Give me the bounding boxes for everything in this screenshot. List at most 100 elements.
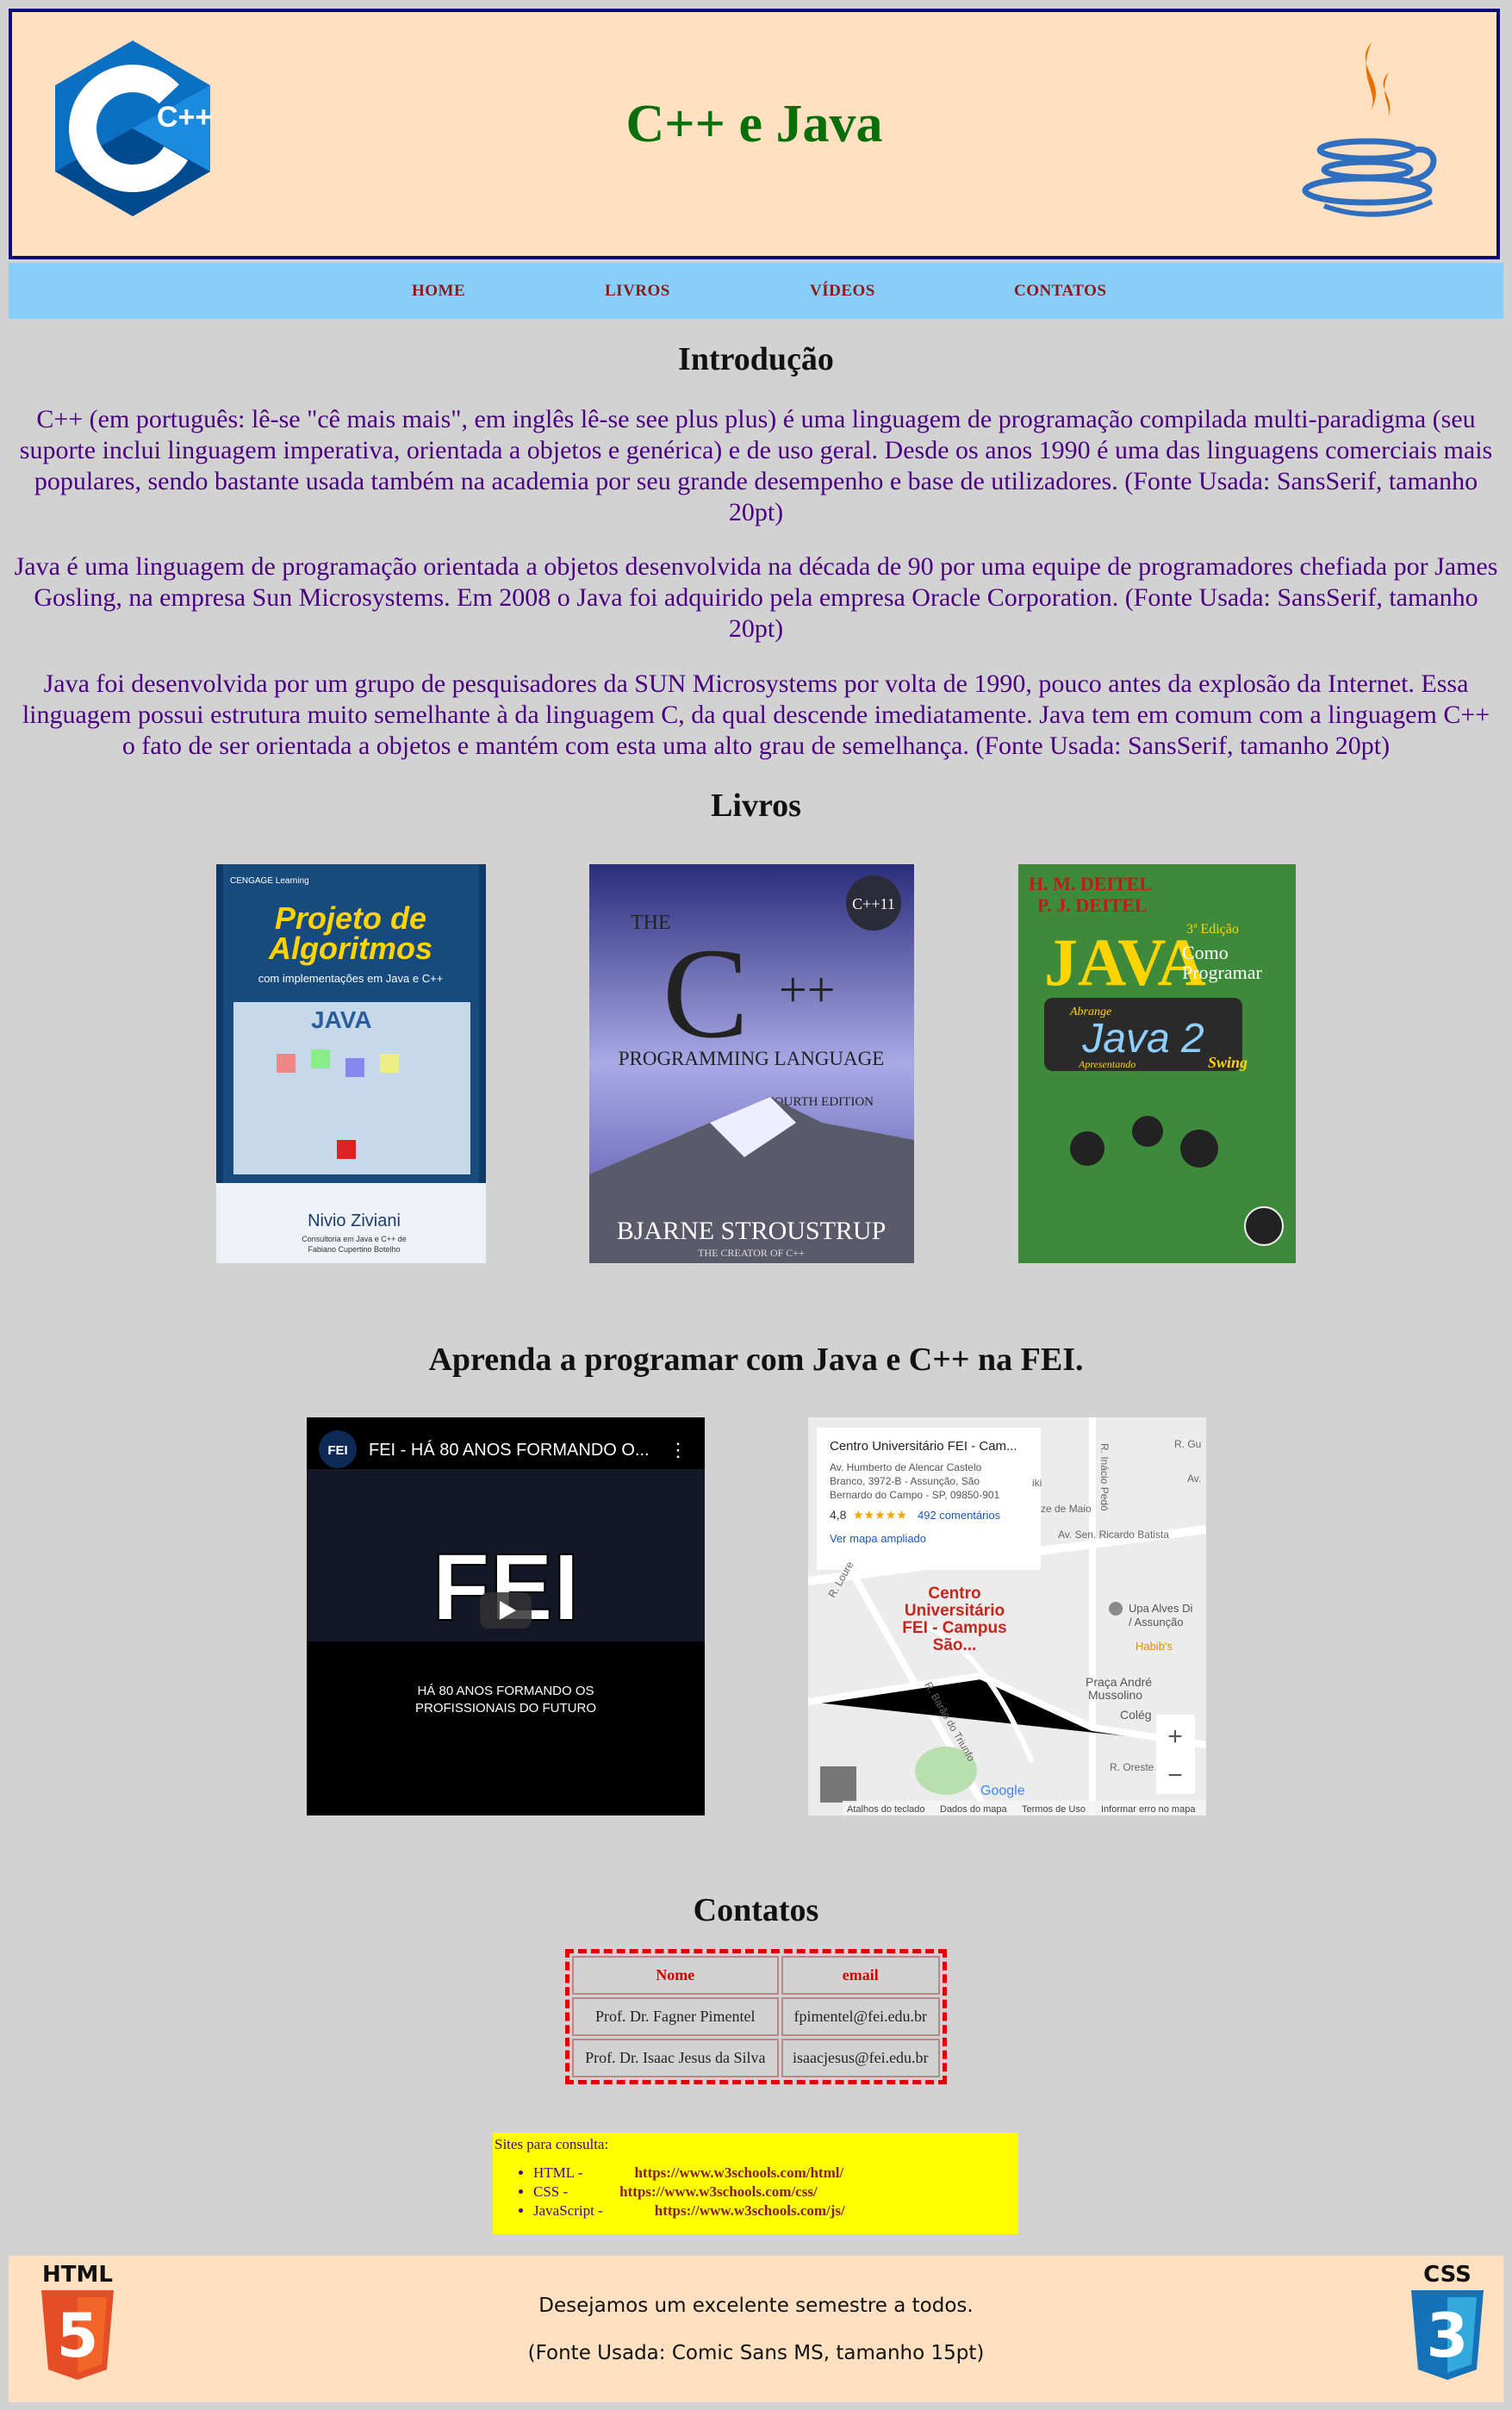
map-reviews-link[interactable]: 492 comentários (918, 1509, 1001, 1522)
footer-line-2: (Fonte Usada: Comic Sans MS, tamanho 15p… (527, 2342, 985, 2364)
nav-livros[interactable]: LIVROS (605, 282, 670, 301)
top-nav: HOME LIVROS VÍDEOS CONTATOS (9, 263, 1503, 319)
book3-java2: Java 2 (1081, 1016, 1204, 1062)
map-poi-3b: Mussolino (1088, 1688, 1142, 1702)
map-street-1: R. Inácio Pedó (1098, 1443, 1111, 1511)
google-map-embed[interactable]: Centro Universitário FEI - Cam... Av. Hu… (808, 1417, 1206, 1815)
book3-swing: Swing (1208, 1054, 1248, 1071)
list-item: JavaScript - https://www.w3schools.com/js… (533, 2201, 1017, 2220)
nav-contatos[interactable]: CONTATOS (1014, 282, 1106, 301)
contacts-heading: Contatos (693, 1892, 819, 1928)
map-place-name: Centro Universitário FEI - Cam... (830, 1439, 1017, 1454)
map-label-4: São... (933, 1636, 977, 1654)
book2-author-sub: THE CREATOR OF C++ (698, 1247, 805, 1259)
ref-label: JavaScript - (533, 2202, 603, 2219)
map-address-2: Branco, 3972-B - Assunção, São (830, 1475, 980, 1487)
book2-author: BJARNE STROUSTRUP (617, 1217, 887, 1245)
map-address-1: Av. Humberto de Alencar Castelo (830, 1461, 982, 1473)
map-street-5: Av. Sen. Ricardo Batista (1058, 1529, 1169, 1541)
css3-number: 3 (1427, 2301, 1469, 2371)
book2-badge: C++11 (852, 895, 895, 912)
page-title: C++ e Java (625, 95, 883, 153)
reference-sites-box: Sites para consulta: HTML - https://www.w… (493, 2133, 1018, 2234)
nav-home[interactable]: HOME (412, 282, 465, 301)
book1-title-2: Algoritmos (268, 931, 432, 966)
map-poi-4: Colég (1120, 1708, 1152, 1722)
map-footer-terms[interactable]: Termos de Uso (1022, 1804, 1086, 1815)
map-poi-icon (1109, 1602, 1123, 1616)
video-more-icon[interactable]: ⋮ (669, 1439, 688, 1460)
map-street-3: Av. (1187, 1473, 1201, 1485)
book2-programming-language: PROGRAMMING LANGUAGE (619, 1048, 885, 1069)
list-item: HTML - https://www.w3schools.com/html/ (533, 2164, 1017, 2183)
map-label-3: FEI - Campus (902, 1619, 1006, 1637)
books-heading: Livros (711, 788, 801, 824)
intro-paragraph-2: Java é uma linguagem de programação orie… (14, 552, 1498, 643)
contact-email: isaacjesus@fei.edu.br (781, 2039, 940, 2077)
map-street-2: R. Gu (1174, 1438, 1201, 1450)
contacts-table: Nome email Prof. Dr. Fagner Pimentel fpi… (565, 1949, 947, 2084)
map-poi-2: Habib's (1136, 1640, 1173, 1653)
book1-subtitle: com implementações em Java e C++ (258, 972, 444, 985)
map-street-6: R. Oreste (1110, 1761, 1154, 1773)
intro-paragraph-1: C++ (em português: lê-se "cê mais mais",… (19, 405, 1493, 526)
css3-icon: CSS 3 (1411, 2262, 1484, 2380)
book3-authors-2: P. J. DEITEL (1037, 894, 1148, 916)
nav-videos[interactable]: VÍDEOS (810, 282, 875, 301)
book1-author: Nivio Ziviani (308, 1211, 401, 1230)
book3-apresentando: Apresentando (1078, 1058, 1136, 1070)
video-line-2: PROFISSIONAIS DO FUTURO (415, 1701, 596, 1716)
map-street-view-thumb[interactable] (820, 1766, 856, 1803)
map-label-1: Centro (928, 1585, 980, 1603)
map-label-2: Universitário (905, 1602, 1005, 1620)
learn-heading: Aprenda a programar com Java e C++ na FE… (428, 1342, 1084, 1378)
table-row: Prof. Dr. Isaac Jesus da Silva isaacjesu… (572, 2039, 940, 2077)
video-line-1: HÁ 80 ANOS FORMANDO OS (417, 1684, 594, 1698)
map-footer-report[interactable]: Informar erro no mapa (1101, 1804, 1196, 1815)
list-item: CSS - https://www.w3schools.com/css/ (533, 2183, 1017, 2201)
video-channel: FEI (327, 1443, 347, 1458)
book-cover-projeto-algoritmos[interactable]: CENGAGE Learning Projeto de Algoritmos c… (216, 864, 486, 1263)
fei-video-embed[interactable]: FEI FEI - HÁ 80 ANOS FORMANDO O... ⋮ FEI… (307, 1417, 705, 1815)
map-street-9: iki (1032, 1477, 1042, 1489)
map-footer-data[interactable]: Dados do mapa (940, 1804, 1008, 1815)
contact-email: fpimentel@fei.edu.br (781, 1997, 940, 2036)
map-address-3: Bernardo do Campo - SP, 09850-901 (830, 1489, 1000, 1501)
map-footer-shortcuts[interactable]: Atalhos do teclado (847, 1804, 925, 1815)
video-title[interactable]: FEI - HÁ 80 ANOS FORMANDO O... (369, 1440, 650, 1460)
zoom-out-button[interactable]: − (1167, 1761, 1183, 1790)
table-header-row: Nome email (572, 1956, 940, 1995)
page-footer: HTML 5 Desejamos um excelente semestre a… (9, 2256, 1503, 2402)
map-street-4: ze de Maio (1041, 1503, 1092, 1515)
html5-label: HTML (42, 2262, 113, 2288)
map-rating: 4,8 (830, 1508, 847, 1522)
html5-icon: HTML 5 (41, 2262, 114, 2380)
map-expand-link[interactable]: Ver mapa ampliado (830, 1532, 926, 1545)
book2-plusplus: ++ (779, 962, 835, 1018)
reference-sites-title: Sites para consulta: (495, 2136, 609, 2152)
contact-name: Prof. Dr. Fagner Pimentel (572, 1997, 779, 2036)
contact-name: Prof. Dr. Isaac Jesus da Silva (572, 2039, 779, 2077)
ref-link-js[interactable]: https://www.w3schools.com/js/ (655, 2202, 845, 2219)
intro-heading: Introdução (678, 341, 834, 377)
book3-subtitle-1: Como (1182, 942, 1229, 963)
ref-link-html[interactable]: https://www.w3schools.com/html/ (634, 2164, 843, 2181)
ref-label: CSS - (533, 2183, 569, 2200)
map-poi-1b: / Assunção (1129, 1616, 1184, 1628)
ref-link-css[interactable]: https://www.w3schools.com/css/ (619, 2183, 818, 2200)
intro-paragraph-3: Java foi desenvolvida por um grupo de pe… (22, 669, 1490, 760)
book3-authors-1: H. M. DEITEL (1029, 873, 1152, 894)
footer-line-1: Desejamos um excelente semestre a todos. (538, 2295, 974, 2317)
map-poi-3: Praça André (1086, 1675, 1152, 1689)
book-cover-java-como-programar[interactable]: H. M. DEITEL P. J. DEITEL 3ª Edição JAVA… (1018, 864, 1296, 1263)
java-logo-icon (1302, 42, 1437, 217)
page-header: C++ C++ e Java (9, 9, 1500, 259)
zoom-in-button[interactable]: + (1167, 1722, 1183, 1751)
book1-coauthor-2: Fabiano Cupertino Botelho (308, 1245, 400, 1254)
map-poi-1: Upa Alves Di (1129, 1602, 1193, 1615)
book1-publisher: CENGAGE Learning (230, 876, 309, 886)
map-stars: ★★★★★ (853, 1509, 907, 1523)
google-brand: Google (980, 1784, 1025, 1798)
book3-subtitle-2: Programar (1182, 962, 1263, 983)
book-cover-cpp-programming-language[interactable]: C++11 THE C ++ PROGRAMMING LANGUAGE FOUR… (589, 864, 914, 1263)
